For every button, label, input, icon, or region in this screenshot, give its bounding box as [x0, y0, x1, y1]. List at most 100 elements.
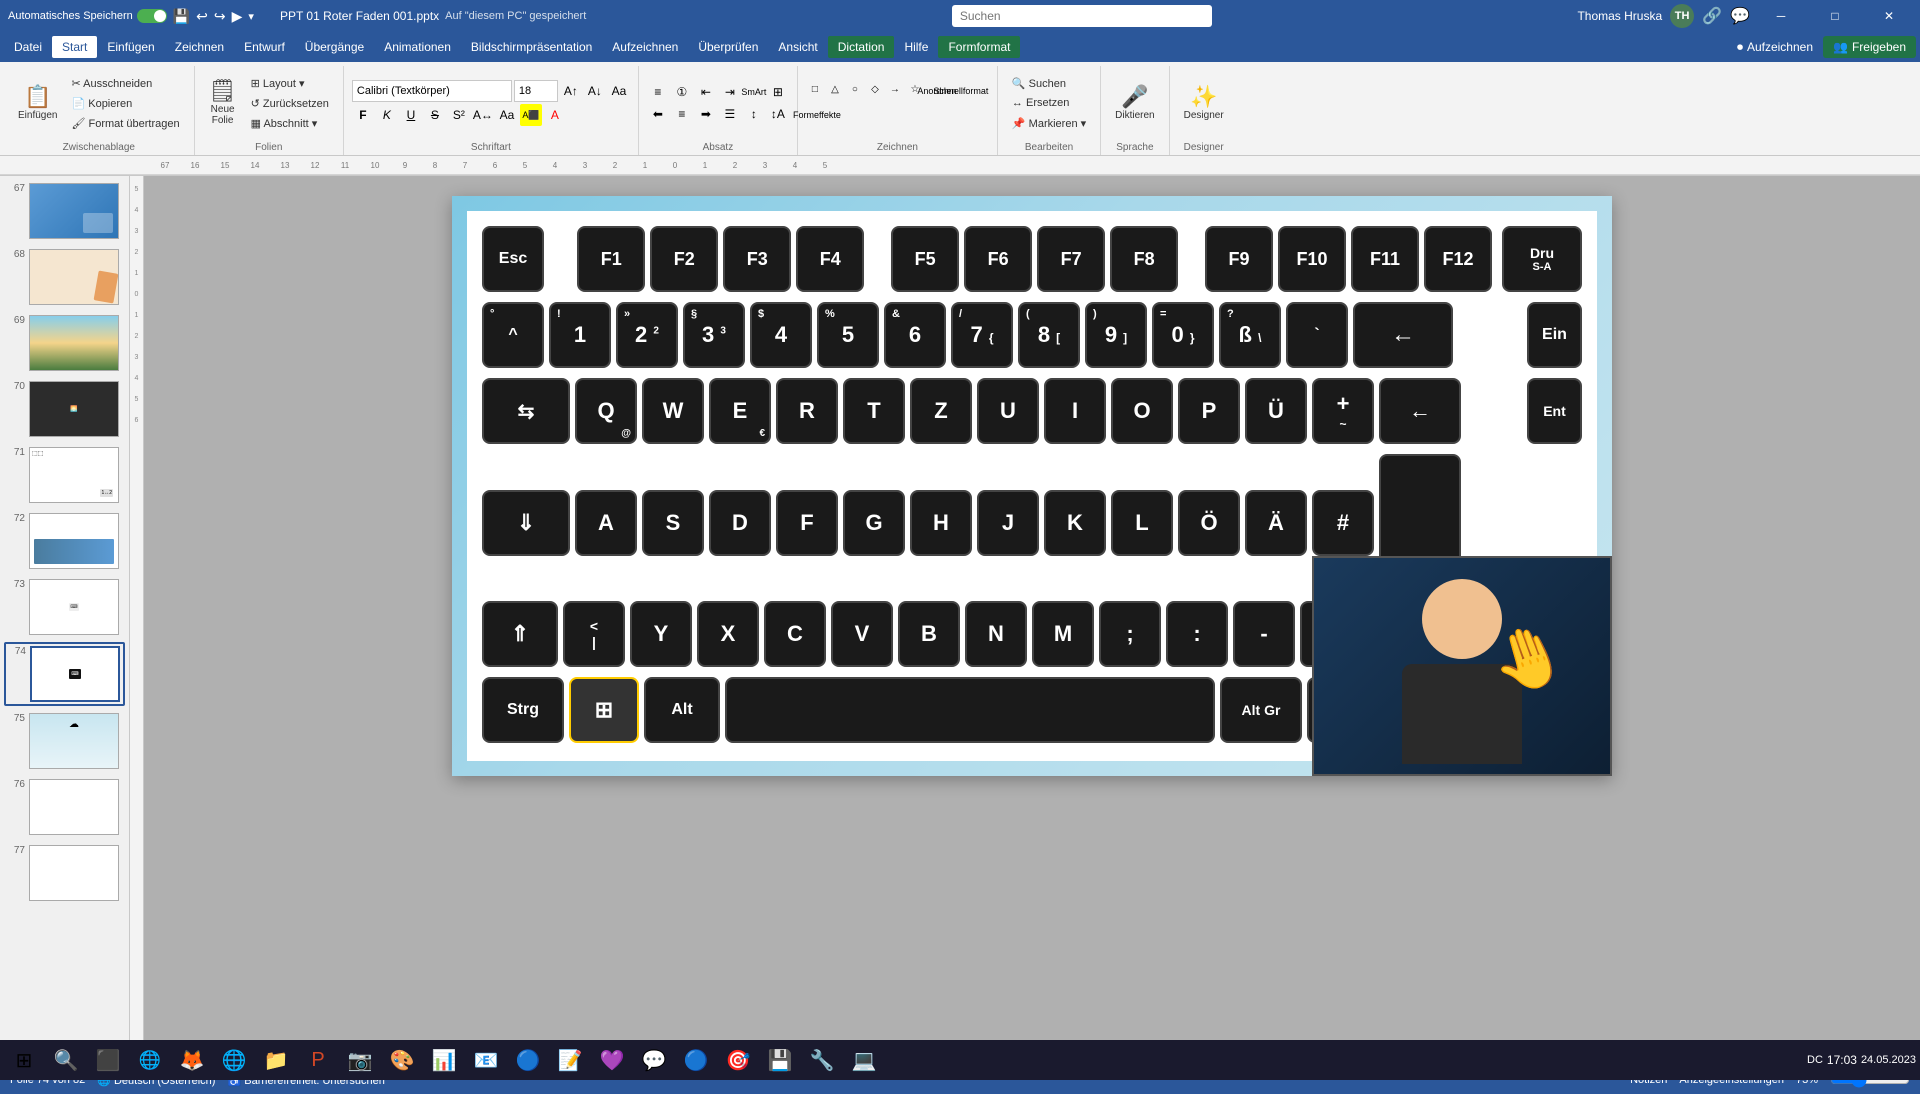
start-button[interactable]: ⊞ [4, 1040, 44, 1080]
menu-uebergaenge[interactable]: Übergänge [295, 36, 374, 58]
key-f1[interactable]: F1 [577, 226, 645, 292]
key-f3[interactable]: F3 [723, 226, 791, 292]
key-4[interactable]: $ 4 [750, 302, 812, 368]
taskbar-app8[interactable]: 🔵 [676, 1040, 716, 1080]
formeffekte-button[interactable]: Formeffekte [806, 104, 828, 126]
line-spacing-button[interactable]: ↕ [743, 103, 765, 125]
key-g[interactable]: G [843, 490, 905, 556]
slides-sidebar[interactable]: 67 68 69 70 🌅 71 ⬚ [0, 176, 130, 1052]
key-minus[interactable]: - [1233, 601, 1295, 667]
taskbar-search[interactable]: 🔍 [46, 1040, 86, 1080]
char-spacing-button[interactable]: A↔ [472, 104, 494, 126]
key-backspace[interactable]: ← [1353, 302, 1453, 368]
key-y[interactable]: Y [630, 601, 692, 667]
key-o[interactable]: O [1111, 378, 1173, 444]
menu-animationen[interactable]: Animationen [374, 36, 461, 58]
markieren-button[interactable]: 📌 Markieren ▾ [1006, 113, 1092, 133]
key-b[interactable]: B [898, 601, 960, 667]
key-f9[interactable]: F9 [1205, 226, 1273, 292]
user-avatar[interactable]: TH [1670, 4, 1694, 28]
key-e[interactable]: E€ [709, 378, 771, 444]
underline-button[interactable]: U [400, 104, 422, 126]
close-button[interactable]: ✕ [1866, 0, 1912, 32]
taskbar-explorer[interactable]: 📁 [256, 1040, 296, 1080]
slide-thumb-73[interactable]: 73 ⌨ [4, 576, 125, 638]
key-circumflex[interactable]: ° ^ [482, 302, 544, 368]
key-ein[interactable]: Ein [1527, 302, 1582, 368]
key-capslock[interactable]: ⇓ [482, 490, 570, 556]
clear-format-button[interactable]: Aa [608, 80, 630, 102]
taskbar-app3[interactable]: 📧 [466, 1040, 506, 1080]
key-space[interactable] [725, 677, 1215, 743]
key-f[interactable]: F [776, 490, 838, 556]
key-6[interactable]: & 6 [884, 302, 946, 368]
shape-3[interactable]: ○ [846, 80, 864, 98]
key-druck[interactable]: DruS-A [1502, 226, 1582, 292]
schnellformatvorlagen-button[interactable]: Schnellformat [950, 80, 972, 102]
strikethrough-button[interactable]: S [424, 104, 446, 126]
smartart-button[interactable]: SmArt [743, 81, 765, 103]
slide-thumb-77[interactable]: 77 [4, 842, 125, 904]
slide-thumb-76[interactable]: 76 [4, 776, 125, 838]
taskbar-app9[interactable]: 🎯 [718, 1040, 758, 1080]
key-f5[interactable]: F5 [891, 226, 959, 292]
key-j[interactable]: J [977, 490, 1039, 556]
abschnitt-button[interactable]: ▦ Abschnitt ▾ [245, 113, 335, 133]
key-alt-gr[interactable]: Alt Gr [1220, 677, 1302, 743]
key-m[interactable]: M [1032, 601, 1094, 667]
menu-aufzeichnen-right[interactable]: ⏺ Aufzeichnen [1727, 36, 1823, 59]
format-uebertragen-button[interactable]: 🖌 Format übertragen [65, 113, 185, 133]
font-selector[interactable] [352, 80, 512, 102]
key-q[interactable]: Q@ [575, 378, 637, 444]
font-decrease-button[interactable]: A↓ [584, 80, 606, 102]
font-color-button[interactable]: A [544, 104, 566, 126]
ersetzen-button[interactable]: ↔ Ersetzen [1006, 93, 1092, 113]
slide-canvas[interactable]: Esc F1 F2 F3 F4 F5 F6 F7 F8 F9 F10 F11 F… [452, 196, 1612, 776]
italic-button[interactable]: K [376, 104, 398, 126]
menu-zeichnen[interactable]: Zeichnen [165, 36, 234, 58]
key-0[interactable]: = 0 } [1152, 302, 1214, 368]
taskbar-app12[interactable]: 💻 [844, 1040, 884, 1080]
slide-thumb-71[interactable]: 71 ⬚⬚ 1↔2 [4, 444, 125, 506]
quick-access-redo[interactable]: ↪ [214, 8, 226, 25]
canvas-area[interactable]: Esc F1 F2 F3 F4 F5 F6 F7 F8 F9 F10 F11 F… [144, 176, 1920, 1052]
key-plus[interactable]: +~ [1312, 378, 1374, 444]
key-uml-o[interactable]: Ö [1178, 490, 1240, 556]
taskbar-app7[interactable]: 💬 [634, 1040, 674, 1080]
diktieren-button[interactable]: 🎤 Diktieren [1109, 73, 1160, 133]
shadow-button[interactable]: S² [448, 104, 470, 126]
columns-button[interactable]: ⊞ [767, 81, 789, 103]
key-win[interactable]: ⊞ [569, 677, 639, 743]
taskbar-powerpoint[interactable]: P [298, 1040, 338, 1080]
shape-1[interactable]: □ [806, 80, 824, 98]
taskbar-app10[interactable]: 💾 [760, 1040, 800, 1080]
key-r[interactable]: R [776, 378, 838, 444]
shape-2[interactable]: △ [826, 80, 844, 98]
menu-ueberpruefen[interactable]: Überprüfen [688, 36, 768, 58]
key-2[interactable]: » 2 2 [616, 302, 678, 368]
key-9[interactable]: ) 9 ] [1085, 302, 1147, 368]
key-l[interactable]: L [1111, 490, 1173, 556]
key-esc[interactable]: Esc [482, 226, 544, 292]
key-k[interactable]: K [1044, 490, 1106, 556]
taskbar-app2[interactable]: 📊 [424, 1040, 464, 1080]
key-i[interactable]: I [1044, 378, 1106, 444]
key-5[interactable]: % 5 [817, 302, 879, 368]
slide-thumb-70[interactable]: 70 🌅 [4, 378, 125, 440]
maximize-button[interactable]: □ [1812, 0, 1858, 32]
search-input[interactable] [952, 5, 1212, 27]
kopieren-button[interactable]: 📄 Kopieren [65, 93, 185, 113]
menu-formformat[interactable]: Formformat [938, 36, 1020, 58]
key-f2[interactable]: F2 [650, 226, 718, 292]
key-t[interactable]: T [843, 378, 905, 444]
key-uml-a[interactable]: Ä [1245, 490, 1307, 556]
bold-button[interactable]: F [352, 104, 374, 126]
taskbar-chrome[interactable]: 🌐 [214, 1040, 254, 1080]
key-accent[interactable]: ` [1286, 302, 1348, 368]
key-p[interactable]: P [1178, 378, 1240, 444]
key-f10[interactable]: F10 [1278, 226, 1346, 292]
neue-folie-button[interactable]: 🗒 NeueFolie [203, 73, 243, 133]
key-c[interactable]: C [764, 601, 826, 667]
slide-thumb-69[interactable]: 69 [4, 312, 125, 374]
menu-einfuegen[interactable]: Einfügen [97, 36, 164, 58]
